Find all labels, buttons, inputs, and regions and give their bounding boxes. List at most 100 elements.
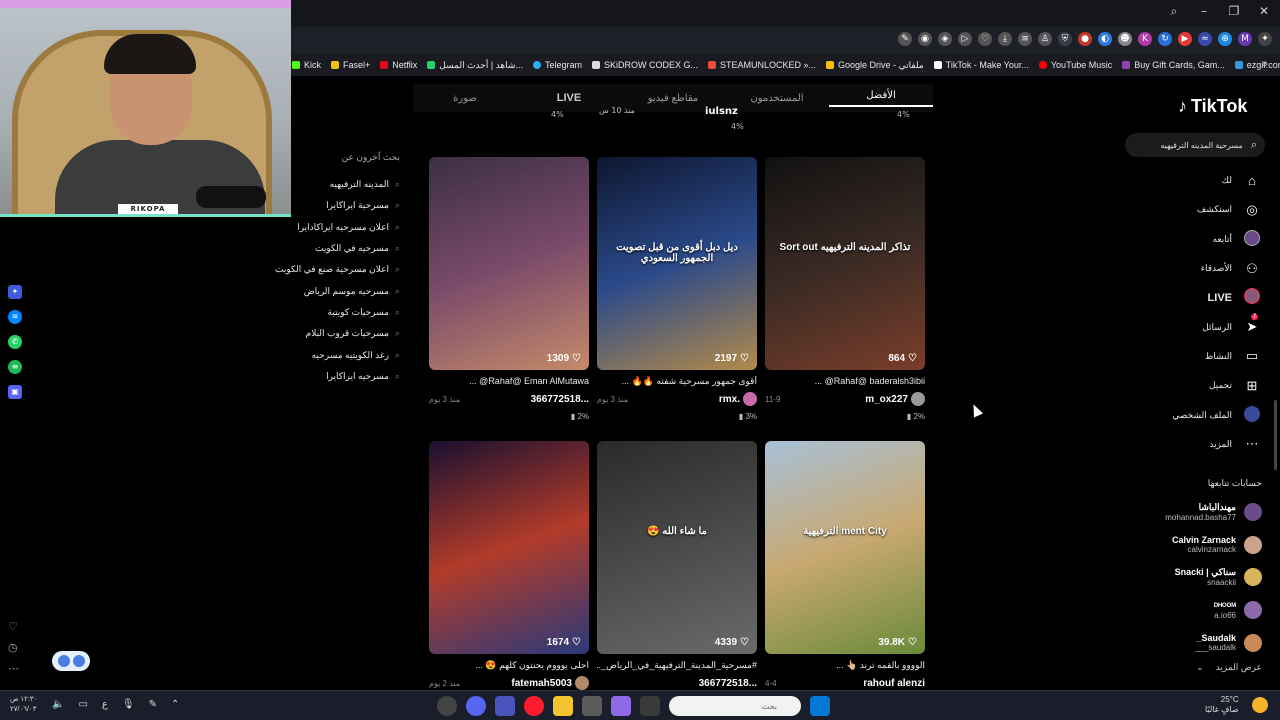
sidebar-item-more[interactable]: ⋯ المزيد [1150, 430, 1262, 459]
sidebar-item-friends[interactable]: ⚇ الأصدقاء [1150, 254, 1262, 283]
account-icon[interactable]: ♙ [1038, 32, 1052, 46]
bookmark-youtube-music[interactable]: YouTube Music [1038, 60, 1112, 70]
spotify-icon[interactable]: ≡ [8, 360, 22, 374]
following-account[interactable]: Calvin Zarnack calvinzarnack [1140, 529, 1262, 562]
edit-icon[interactable]: ✎ [898, 32, 912, 46]
tv-icon[interactable]: ▣ [8, 385, 22, 399]
translate-ext-icon[interactable]: ◐ [1098, 32, 1112, 46]
video-caption[interactable]: الوووو بالقمه ترند 👆🏼 ... [765, 660, 925, 672]
related-search-item[interactable]: ⌕ مسرحيات قروب البلام [258, 323, 400, 344]
youtube-ext-icon[interactable]: ▶ [1178, 32, 1192, 46]
related-search-item[interactable]: ⌕ مسرحيه موسم الرياض [258, 280, 400, 301]
stat-user[interactable]: iulsnz [705, 106, 738, 117]
related-search-item[interactable]: ⌕ مسرحيات كويتية [258, 302, 400, 323]
following-account[interactable]: ᴰᴴᴼᴼᴹ a.io66 [1140, 594, 1262, 627]
sidebar-item-upload[interactable]: ⊞ تحميل [1150, 371, 1262, 400]
tab-top[interactable]: الأفضل [829, 90, 933, 107]
search-input[interactable]: مسرحية المدينه الترفيهيه [1160, 141, 1242, 150]
tab-live[interactable]: LIVE [517, 92, 621, 104]
task-view-icon[interactable] [640, 696, 660, 716]
shield-icon[interactable]: ◈ [938, 32, 952, 46]
close-icon[interactable]: ✕ [1256, 4, 1272, 19]
video-thumbnail[interactable]: 39.8K ♡ ment City الترفيهية [765, 441, 925, 654]
video-author[interactable]: fatemah5003 [511, 676, 589, 690]
bookmark-fasel[interactable]: Fasel+ [331, 60, 370, 70]
tab-users[interactable]: المستخدمون [725, 93, 829, 104]
related-search-item[interactable]: ⌕ مسرحيه ايراكايرا [258, 366, 400, 387]
microphone-icon[interactable]: 🎙 [122, 699, 135, 710]
wave-ext-icon[interactable]: ≈ [1198, 32, 1212, 46]
speaker-icon[interactable]: 🔈 [52, 699, 64, 710]
language-icon[interactable]: ع [102, 699, 108, 710]
opera-icon[interactable] [524, 696, 544, 716]
taskbar-search[interactable]: بحث [669, 696, 801, 716]
related-search-item[interactable]: ⌕ المدينه الترفيهيه [258, 174, 400, 195]
pen-icon[interactable]: ✎ [149, 699, 157, 710]
video-thumbnail[interactable]: 1309 ♡ [429, 157, 589, 370]
camera-icon[interactable]: ◉ [918, 32, 932, 46]
video-caption[interactable]: #مسرحية_المدينة_الترفيهية_في_الرياض_... [597, 660, 757, 672]
video-thumbnail[interactable]: 2197 ♡ ديل دبل أقوى من قبل تصويت الجمهور ا… [597, 157, 757, 370]
bookmark-steamunlocked[interactable]: STEAMUNLOCKED »... [708, 60, 816, 70]
video-author[interactable]: m_ox227 [865, 392, 925, 406]
bookmark-tiktok[interactable]: TikTok - Make Your... [933, 60, 1029, 70]
display-icon[interactable]: ▭ [78, 699, 87, 710]
shield-ext-icon[interactable]: ⛨ [1058, 32, 1072, 46]
bookmark-google-drive[interactable]: Google Drive - ملفاتي [826, 60, 924, 71]
puzzle-ext-icon[interactable]: ✦ [1258, 32, 1272, 46]
related-search-item[interactable]: ⌕ اعلان مسرحيه ايراكادايرا [258, 217, 400, 238]
sidebar-item-for-you[interactable]: ⌂ لك [1150, 166, 1262, 195]
discord-icon[interactable] [466, 696, 486, 716]
related-search-item[interactable]: ⌕ مسرحية ايراكايرا [258, 195, 400, 216]
see-more-button[interactable]: عرض المزيد ⌄ [1150, 662, 1262, 673]
bookmark-ezgif[interactable]: ezgif.com free onlin... [1234, 60, 1280, 70]
video-thumbnail[interactable]: 4339 ♡ ما شاء الله 😍 [597, 441, 757, 654]
play-icon[interactable]: ▷ [958, 32, 972, 46]
related-search-item[interactable]: ⌕ رغد الكويتيه مسرحيه [258, 344, 400, 365]
chevron-up-icon[interactable]: ⌃ [171, 699, 179, 710]
teams-icon[interactable] [495, 696, 515, 716]
video-thumbnail[interactable]: 1674 ♡ [429, 441, 589, 654]
weather-icon[interactable] [1252, 697, 1268, 713]
floating-widget[interactable] [52, 651, 90, 671]
weather-widget[interactable]: 25°C صافٍ غالبًا [1205, 695, 1239, 715]
video-author[interactable]: rmx. [719, 392, 757, 406]
whatsapp-icon[interactable]: ✆ [8, 335, 22, 349]
search-icon[interactable]: ⌕ [1166, 4, 1182, 19]
sidebar-item-live[interactable]: LIVE [1150, 283, 1262, 312]
history-icon[interactable]: ◷ [8, 641, 19, 654]
page-scrollbar[interactable] [1274, 400, 1277, 470]
video-card[interactable]: 864 ♡ تذاكر المدينه الترفيهيه Sort out Rah… [765, 157, 925, 421]
video-card[interactable]: 4339 ♡ ما شاء الله 😍 #مسرحية_المدينة_الترف… [597, 441, 757, 690]
video-thumbnail[interactable]: 864 ♡ تذاكر المدينه الترفيهيه Sort out [765, 157, 925, 370]
windows-start-icon[interactable] [810, 696, 830, 716]
bookmark-telegram[interactable]: Telegram [532, 60, 582, 70]
tab-videos[interactable]: مقاطع فيديو [621, 93, 725, 104]
sidebar-item-profile[interactable]: الملف الشخصي [1150, 400, 1262, 429]
sidebar-item-messages[interactable]: ➤ 7 الرسائل [1150, 312, 1262, 341]
store-icon[interactable] [582, 696, 602, 716]
video-card[interactable]: 39.8K ♡ ment City الترفيهية الوووو بالقمه … [765, 441, 925, 690]
video-card[interactable]: 1309 ♡ Rahaf@ Eman AlMutawa@ ... 36677251… [429, 157, 589, 421]
bookmark-skidrow[interactable]: SKiDROW CODEX G... [591, 60, 698, 70]
sidebar-item-activity[interactable]: ▭ النشاط [1150, 342, 1262, 371]
clock[interactable]: ١٢:٣٠ ص ٢٧/٠٦/٠٣ [10, 695, 37, 715]
search-box[interactable]: ⌕ مسرحية المدينه الترفيهيه [1125, 133, 1265, 157]
favorite-icon[interactable]: ♡ [8, 620, 19, 633]
k-ext-icon[interactable]: K [1138, 32, 1152, 46]
bookmark-shahid[interactable]: شاهد | أحدث المسل... [427, 60, 523, 71]
tab-photos[interactable]: صورة [413, 93, 517, 104]
video-caption[interactable]: Rahaf@ baderalsh3ibii@ ... [765, 376, 925, 388]
heart-icon[interactable]: ♡ [978, 32, 992, 46]
search-icon[interactable]: ⌕ [1251, 139, 1257, 152]
sidebar-item-explore[interactable]: ◎ استكشف [1150, 195, 1262, 224]
m-ext-icon[interactable]: M [1238, 32, 1252, 46]
following-account[interactable]: مهندالباشا mohannad.basha77 [1140, 496, 1262, 529]
app-launcher-icon[interactable]: ✦ [8, 285, 22, 299]
tiktok-logo[interactable]: ♪ TikTok [1178, 96, 1247, 117]
video-author[interactable]: 366772518... [699, 678, 757, 689]
file-explorer-icon[interactable] [553, 696, 573, 716]
related-search-item[interactable]: ⌕ مسرحيه في الكويت [258, 238, 400, 259]
user-ext-icon[interactable]: ☻ [1118, 32, 1132, 46]
menu-icon[interactable]: ≡ [1018, 32, 1032, 46]
